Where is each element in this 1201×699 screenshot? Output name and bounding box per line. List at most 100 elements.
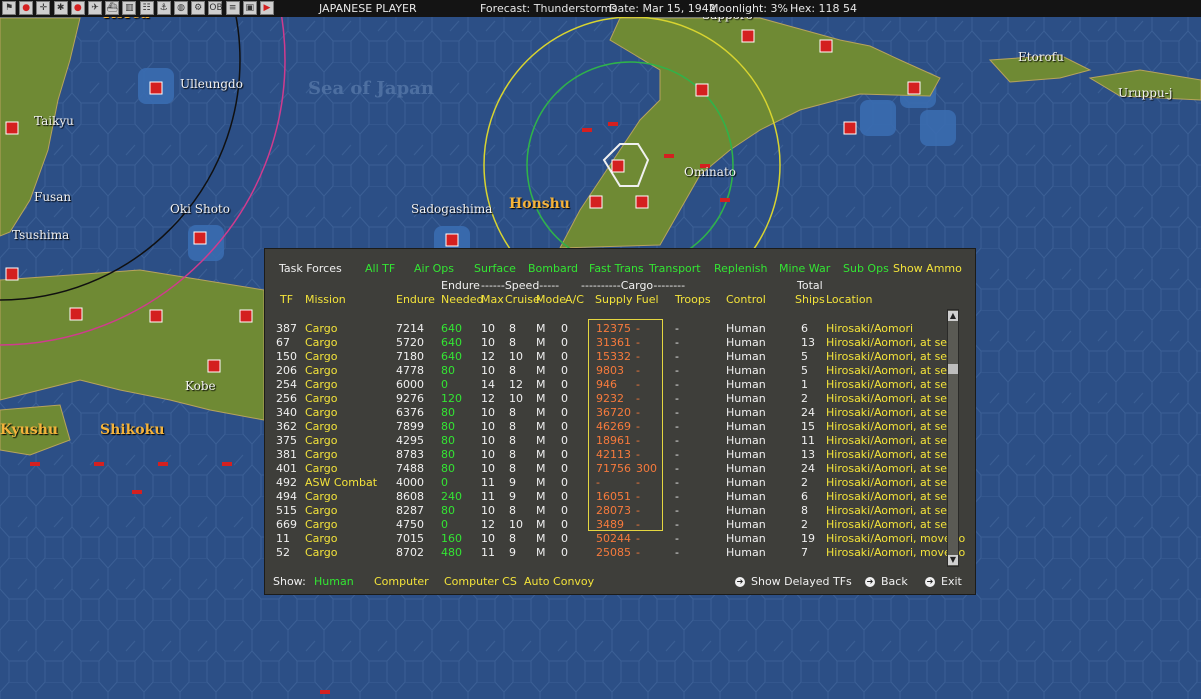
player-label: JAPANESE PLAYER [319, 2, 417, 15]
cell-supply: 71756 [596, 462, 631, 475]
filter-human[interactable]: Human [314, 575, 354, 588]
header-ships[interactable]: Ships [795, 293, 825, 306]
list-scrollbar[interactable]: ▲ ▼ [947, 309, 959, 567]
header-troops[interactable]: Troops [675, 293, 711, 306]
back-button[interactable]: ➔ Back [865, 575, 908, 588]
cell-needed: 80 [441, 448, 455, 461]
cell-ac: 0 [561, 336, 568, 349]
scroll-thumb[interactable] [948, 364, 958, 374]
tab-fast-trans[interactable]: Fast Trans [589, 262, 644, 275]
header-cruise[interactable]: Cruise [505, 293, 540, 306]
table-row[interactable]: 254 Cargo 6000 0 14 12 M 0 946 - - Human 1 Hirosaki/A… [265, 378, 955, 392]
table-row[interactable]: 11 Cargo 7015 160 10 8 M 0 50244- - Human 19 Hirosak… [265, 532, 965, 546]
header-max[interactable]: Max [481, 293, 504, 306]
map-label-fusan: Fusan [34, 190, 72, 204]
header-ac[interactable]: A/C [565, 293, 584, 306]
show-delayed-tfs-button[interactable]: ➔ Show Delayed TFs [735, 575, 852, 588]
table-row[interactable]: 67 Cargo 5720 640 10 8 M 0 31361- - Human 13 Hirosak… [265, 336, 955, 350]
table-row[interactable]: 340 Cargo 6376 80 10 8 M 0 36720- - Human 24 Hirosak… [265, 406, 955, 420]
table-row[interactable]: 387 Cargo 7214 640 10 8 M 0 12375- - Human 6 Hirosak… [265, 322, 955, 336]
header-tf[interactable]: TF [280, 293, 293, 306]
cell-ships: 19 [801, 532, 815, 545]
table-row[interactable]: 401 Cargo 7488 80 10 8 M 0 71756 300 - Human 24 Hiros… [265, 462, 955, 476]
cell-mission: Cargo [305, 350, 338, 363]
save-icon[interactable]: ▣ [242, 1, 257, 15]
filter-auto-convoy[interactable]: Auto Convoy [524, 575, 594, 588]
tab-bombard[interactable]: Bombard [528, 262, 578, 275]
play-icon[interactable]: ▶ [260, 1, 274, 15]
cell-control: Human [726, 504, 766, 517]
cell-cruise: 10 [509, 350, 523, 363]
header-mission[interactable]: Mission [305, 293, 346, 306]
cell-mission: Cargo [305, 322, 338, 335]
cell-mode: M [536, 322, 546, 335]
tab-air-ops[interactable]: Air Ops [414, 262, 454, 275]
tab-task-forces[interactable]: Task Forces [279, 262, 342, 275]
scroll-down-icon[interactable]: ▼ [948, 555, 958, 565]
table-row[interactable]: 494 Cargo 8608 240 11 9 M 0 16051- - Human 6 Hirosak… [265, 490, 955, 504]
cell-location: Hirosaki/Aomori, move to [826, 546, 966, 559]
cell-location: Hirosaki/Aomori, at sea [826, 518, 954, 531]
tab-show-ammo[interactable]: Show Ammo [893, 262, 962, 275]
cell-cruise: 8 [509, 336, 516, 349]
cell-mode: M [536, 336, 546, 349]
ship-icon[interactable]: ⛴ [105, 1, 120, 15]
header-mode[interactable]: Mode [536, 293, 566, 306]
header-fuel[interactable]: Fuel [636, 293, 659, 306]
cell-tf: 515 [276, 504, 297, 517]
japan-flag-icon[interactable]: ● [70, 1, 85, 15]
header-needed[interactable]: Needed [441, 293, 484, 306]
factory-icon[interactable]: ▥ [122, 1, 137, 15]
cell-fuel: - [636, 546, 640, 559]
cell-endure: 4750 [396, 518, 424, 531]
header-location[interactable]: Location [826, 293, 873, 306]
cell-ships: 11 [801, 434, 815, 447]
header-control[interactable]: Control [726, 293, 766, 306]
tab-mine-war[interactable]: Mine War [779, 262, 830, 275]
scroll-up-icon[interactable]: ▲ [948, 311, 958, 321]
japan-flag-icon[interactable]: ● [19, 1, 34, 15]
table-row[interactable]: 256 Cargo 9276 120 12 10 M 0 9232- - Human 2 Hirosak… [265, 392, 955, 406]
globe-icon[interactable]: ◍ [174, 1, 188, 15]
cell-max: 14 [481, 378, 495, 391]
tab-surface[interactable]: Surface [474, 262, 516, 275]
group-icon[interactable]: ☷ [139, 1, 154, 15]
star-icon[interactable]: ✱ [53, 1, 68, 15]
cell-fuel: - [636, 350, 640, 363]
header-supply[interactable]: Supply [595, 293, 633, 306]
map-label-taikyu: Taikyu [34, 114, 74, 128]
tab-transport[interactable]: Transport [649, 262, 701, 275]
cell-endure: 8287 [396, 504, 424, 517]
table-row[interactable]: 52 Cargo 8702 480 11 9 M 0 25085- - Human 7 Hirosaki… [265, 546, 965, 560]
cell-cruise: 8 [509, 504, 516, 517]
notes-icon[interactable]: ≡ [225, 1, 240, 15]
cell-mode: M [536, 378, 546, 391]
table-row[interactable]: 362 Cargo 7899 80 10 8 M 0 46269- - Human 15 Hirosak… [265, 420, 955, 434]
header-endure[interactable]: Endure [396, 293, 435, 306]
filter-computer[interactable]: Computer [374, 575, 429, 588]
filter-computer-cs[interactable]: Computer CS [444, 575, 517, 588]
flag-icon[interactable]: ⚑ [2, 1, 16, 15]
map-label-oki-shoto: Oki Shoto [170, 202, 230, 216]
table-row[interactable]: 515 Cargo 8287 80 10 8 M 0 28073- - Human 8 Hirosaki… [265, 504, 955, 518]
cell-needed: 80 [441, 462, 455, 475]
table-row[interactable]: 492 ASW Combat 4000 0 11 9 M 0 - - - Human 2 Hirosaki… [265, 476, 955, 490]
table-row[interactable]: 206 Cargo 4778 80 10 8 M 0 9803- - Human 5 Hirosaki/… [265, 364, 955, 378]
gear-icon[interactable]: ⚙ [191, 1, 206, 15]
compass-icon[interactable]: ✛ [36, 1, 51, 15]
table-row[interactable]: 375 Cargo 4295 80 10 8 M 0 18961- - Human 11 Hirosak… [265, 434, 955, 448]
cell-tf: 669 [276, 518, 297, 531]
cell-cruise: 8 [509, 322, 516, 335]
cell-needed: 0 [441, 518, 448, 531]
tab-sub-ops[interactable]: Sub Ops [843, 262, 889, 275]
port-icon[interactable]: ⚓ [156, 1, 171, 15]
plane-icon[interactable]: ✈ [88, 1, 102, 15]
cell-control: Human [726, 532, 766, 545]
table-row[interactable]: 669 Cargo 4750 0 12 10 M 0 3489- - Human 2 Hirosaki/… [265, 518, 955, 532]
table-row[interactable]: 381 Cargo 8783 80 10 8 M 0 42113- - Human 13 Hirosak… [265, 448, 955, 462]
tab-replenish[interactable]: Replenish [714, 262, 767, 275]
table-row[interactable]: 150 Cargo 7180 640 12 10 M 0 15332- - Human 5 Hirosa… [265, 350, 955, 364]
ob-icon[interactable]: OB [208, 1, 223, 15]
exit-button[interactable]: ➔ Exit [925, 575, 962, 588]
tab-all-tf[interactable]: All TF [365, 262, 395, 275]
